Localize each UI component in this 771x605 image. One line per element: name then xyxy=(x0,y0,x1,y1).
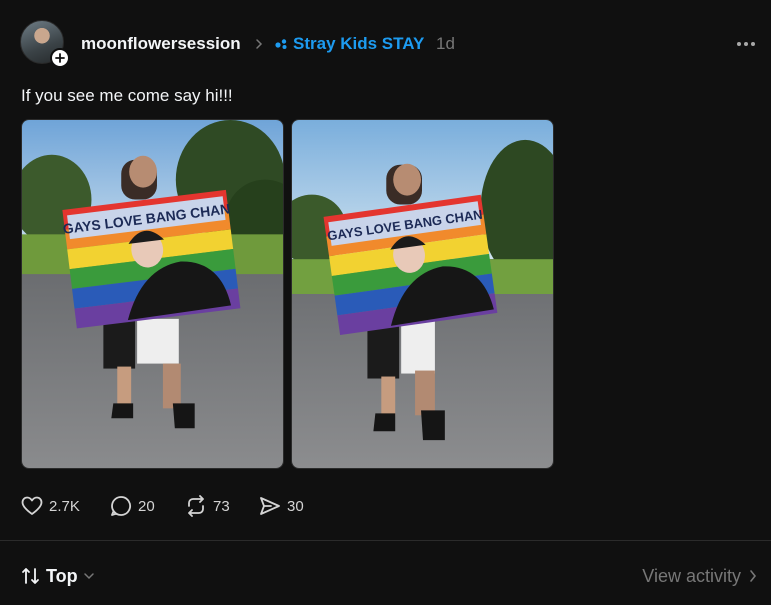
more-icon xyxy=(737,42,755,46)
repost-count: 73 xyxy=(213,497,230,515)
repost-icon xyxy=(188,495,204,517)
community-icon xyxy=(275,39,287,49)
thread-post: moonflowersession Stray Kids STAY 1d If … xyxy=(0,0,771,540)
photo-illustration: GAYS LOVE BANG CHAN xyxy=(22,120,283,468)
share-count: 30 xyxy=(287,497,304,515)
sort-label: Top xyxy=(46,566,78,586)
divider xyxy=(0,540,771,541)
sort-icon xyxy=(22,568,39,584)
username[interactable]: moonflowersession xyxy=(81,33,241,55)
repost-button[interactable]: 73 xyxy=(185,494,230,518)
like-count: 2.7K xyxy=(49,497,80,515)
comment-icon xyxy=(111,496,131,516)
sort-button[interactable]: Top xyxy=(21,565,95,587)
follow-button[interactable] xyxy=(50,48,70,68)
avatar-container[interactable] xyxy=(20,20,70,68)
chevron-right-icon xyxy=(256,39,263,49)
post-photo-1[interactable]: GAYS LOVE BANG CHAN xyxy=(21,119,284,469)
heart-icon xyxy=(21,496,43,515)
view-activity-link[interactable]: View activity xyxy=(642,565,757,587)
view-activity-label: View activity xyxy=(642,566,741,586)
plus-icon xyxy=(55,53,65,63)
reply-button[interactable]: 20 xyxy=(110,494,155,518)
post-timestamp: 1d xyxy=(436,34,455,53)
chevron-right-icon xyxy=(750,570,757,582)
chevron-down-icon xyxy=(83,573,94,580)
share-button[interactable]: 30 xyxy=(259,494,304,518)
community-name: Stray Kids STAY xyxy=(293,34,425,53)
like-button[interactable]: 2.7K xyxy=(21,494,80,518)
reply-count: 20 xyxy=(138,497,155,515)
post-photo-2[interactable]: GAYS LOVE BANG CHAN xyxy=(291,119,554,469)
community-link[interactable]: Stray Kids STAY xyxy=(274,33,424,55)
post-text: If you see me come say hi!!! xyxy=(21,86,233,105)
photo-illustration: GAYS LOVE BANG CHAN xyxy=(292,120,553,468)
more-button[interactable] xyxy=(733,34,759,54)
share-icon xyxy=(260,497,280,515)
